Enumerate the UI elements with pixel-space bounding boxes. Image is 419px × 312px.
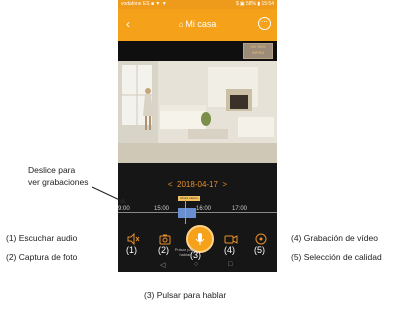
video-icon[interactable] — [224, 232, 238, 246]
title-text: Mi casa — [185, 19, 217, 29]
annotation-slide-recordings: Deslice para ver grabaciones — [28, 165, 89, 187]
nav-back-icon[interactable]: ◁ — [160, 261, 165, 269]
timeline-tick: 15:00 — [154, 206, 170, 212]
annotation-push-to-talk: (3) Pulsar para hablar — [144, 290, 227, 300]
playback-date: 2018-04-17 — [177, 180, 218, 189]
label-2: (2) — [158, 245, 169, 255]
status-bar: vodafone ES ■ ▼ ▼ $ ▣ 58% ▮ 15:54 — [118, 0, 277, 9]
android-nav-bar: ◁ ○ □ — [118, 259, 277, 272]
status-right: $ ▣ 58% ▮ 15:54 — [236, 1, 274, 7]
page-title: ⌂ Mi casa — [118, 19, 277, 29]
next-day-button[interactable]: > — [222, 180, 227, 189]
status-left: vodafone ES ■ ▼ ▼ — [121, 1, 167, 7]
playback-panel: < 2018-04-17 > 9:00 15:00 16:00 17:00 Ah… — [118, 163, 277, 272]
annotation-quality-selection: (5) Selección de calidad — [291, 252, 382, 262]
quality-icon[interactable] — [254, 232, 268, 246]
app-header: ‹ ⌂ Mi casa ⋯ — [118, 9, 277, 41]
label-1: (1) — [126, 245, 137, 255]
timeline-tick: 16:00 — [196, 206, 212, 212]
nav-recents-icon[interactable]: □ — [228, 261, 232, 268]
annotation-arrow — [91, 186, 127, 204]
speaker-off-icon[interactable] — [126, 232, 140, 246]
timeline-axis — [118, 212, 277, 213]
home-icon: ⌂ — [178, 20, 184, 29]
timeline-cursor[interactable] — [185, 200, 186, 224]
nav-home-icon[interactable]: ○ — [194, 261, 198, 268]
timeline-now-marker: Ahora mismo — [178, 196, 200, 201]
recording-segment[interactable] — [178, 208, 196, 218]
annotation-photo-capture: (2) Captura de foto — [6, 252, 78, 262]
prev-day-button[interactable]: < — [168, 180, 173, 189]
recording-timeline[interactable]: 9:00 15:00 16:00 17:00 Ahora mismo — [118, 196, 277, 224]
annotation-video-recording: (4) Grabación de vídeo — [291, 233, 378, 243]
label-5: (5) — [254, 245, 265, 255]
more-options-icon[interactable]: ⋯ — [258, 17, 271, 30]
timeline-tick: 17:00 — [232, 206, 248, 212]
phone-screen: vodafone ES ■ ▼ ▼ $ ▣ 58% ▮ 15:54 ‹ ⌂ Mi … — [118, 0, 277, 272]
hd-quality-button[interactable]: HD RES INFRA — [243, 43, 273, 59]
date-selector: < 2018-04-17 > — [118, 180, 277, 189]
control-bar: Pulsar para hablar (1) (2) (3) (4) (5) — [118, 225, 277, 260]
camera-icon[interactable] — [158, 232, 172, 246]
living-room-image — [118, 61, 277, 163]
camera-video-feed — [118, 61, 277, 163]
annotation-listen-audio: (1) Escuchar audio — [6, 233, 78, 243]
label-4: (4) — [224, 245, 235, 255]
